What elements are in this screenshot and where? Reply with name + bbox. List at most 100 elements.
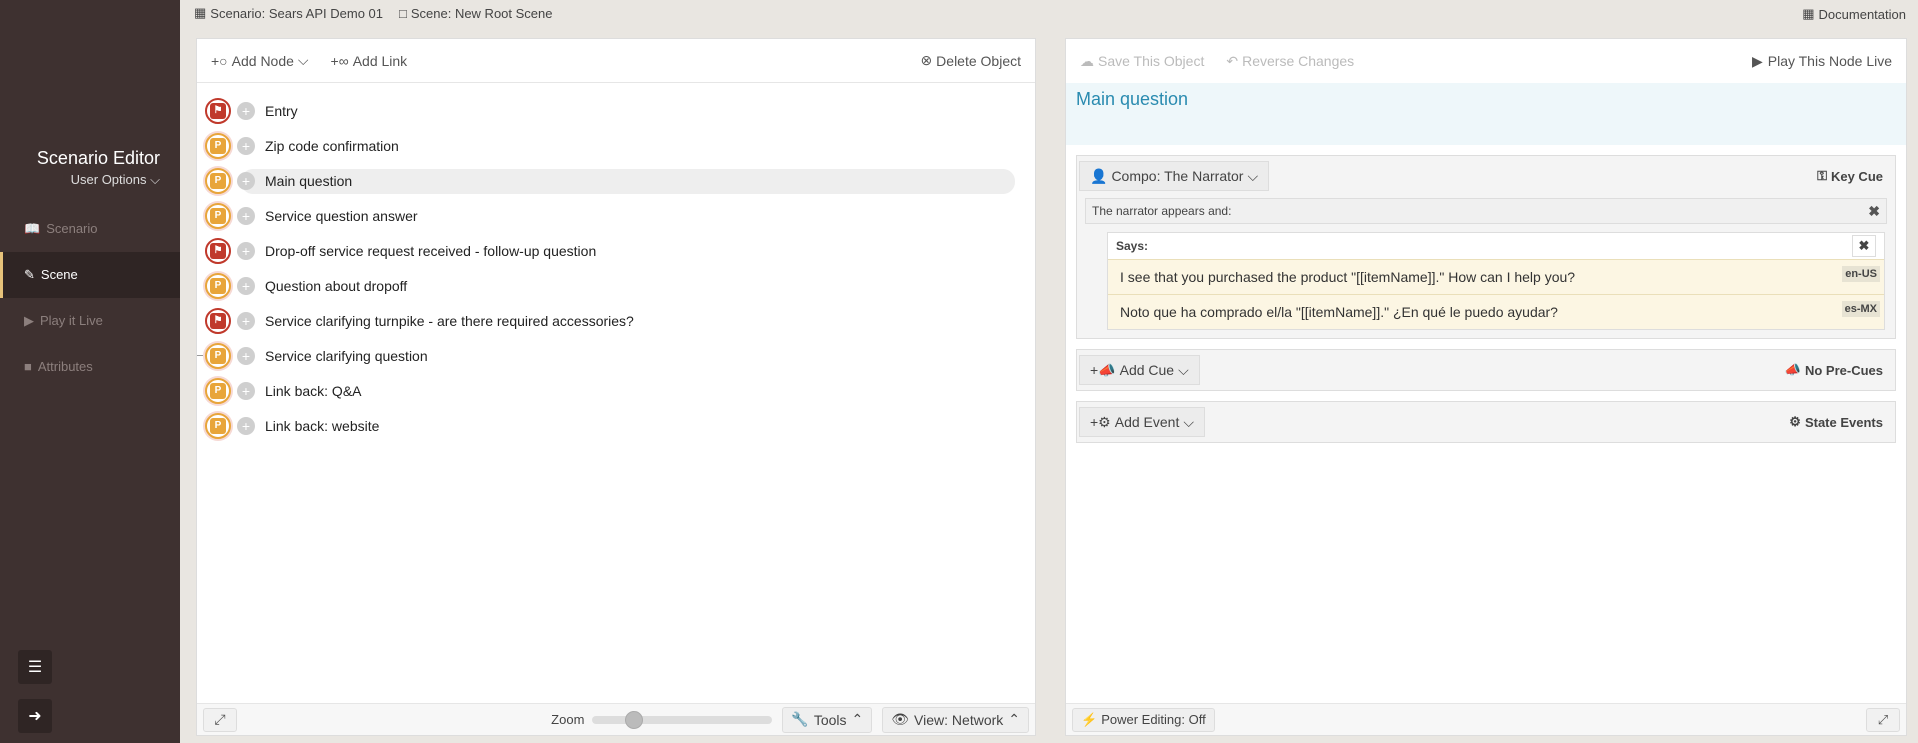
node-item[interactable]: P + Link back: Q&A [197,373,1035,408]
add-child-icon[interactable]: + [237,381,255,400]
undo-icon: ↶ [1226,52,1239,69]
detail-panel: ☁ Save This Object ↶ Reverse Changes ▶ P… [1065,38,1907,736]
sidebar-item-scene[interactable]: ✎ Scene [0,252,180,298]
add-child-icon[interactable]: + [237,206,255,225]
documentation-link[interactable]: ▦ Documentation [1802,6,1906,22]
add-child-icon[interactable]: + [237,311,255,330]
view-network-button[interactable]: 👁 View: Network ⌃ [882,706,1029,733]
node-label: Drop-off service request received - foll… [265,242,597,259]
node-item[interactable]: ⚑ + Drop-off service request received - … [197,233,1035,268]
add-event-label: Add Event [1114,414,1180,430]
play-node-live-button[interactable]: ▶ Play This Node Live [1752,53,1892,70]
node-title[interactable]: Main question [1076,89,1896,110]
sidebar-item-label: Play it Live [40,313,103,328]
plus-circle-icon: +○ [211,52,228,69]
cue-card: +📣 Add Cue ⌵ 📣 No Pre-Cues [1076,349,1896,391]
sidebar-item-attributes[interactable]: ■ Attributes [0,344,180,390]
event-card-header: +⚙ Add Event ⌵ ⚙ State Events [1077,402,1895,442]
node-item-selected[interactable]: P + Main question [197,163,1035,198]
add-event-dropdown[interactable]: +⚙ Add Event ⌵ [1079,407,1205,437]
logout-button[interactable]: ➜ [18,699,52,733]
add-child-icon[interactable]: + [237,346,255,365]
dialogue-text[interactable]: I see that you purchased the product "[[… [1120,269,1575,285]
node-label: Main question [265,172,353,189]
node-item[interactable]: P + Zip code confirmation [197,128,1035,163]
add-link-button[interactable]: +∞ Add Link [331,53,408,69]
zoom-slider-handle[interactable] [624,710,643,729]
compo-card-header: 👤 Compo: The Narrator ⌵ ⚿ Key Cue [1077,156,1895,196]
compo-dropdown[interactable]: 👤 Compo: The Narrator ⌵ [1079,161,1270,191]
user-options-label: User Options [70,172,147,187]
speech-node-icon: P [205,377,231,404]
expand-button[interactable]: ⤢ [203,707,237,732]
add-child-icon[interactable]: + [237,171,255,190]
add-child-icon[interactable]: + [237,276,255,295]
sidebar-item-label: Attributes [37,359,93,374]
node-label: Question about dropoff [265,277,408,294]
chevron-down-icon: ⌵ [1183,413,1194,430]
add-child-icon[interactable]: + [237,101,255,120]
breadcrumb-scene[interactable]: □ Scene: New Root Scene [399,6,553,21]
node-panel: +○ Add Node ⌵ +∞ Add Link ⊗ Delete Objec… [196,38,1036,736]
zoom-slider[interactable] [592,710,773,729]
no-pre-cues-text: No Pre-Cues [1804,362,1883,378]
wrench-icon: 🔧 [791,711,809,727]
pencil-icon: ✎ [24,267,35,282]
speech-node-icon: P [205,202,231,229]
sidebar-item-play-it-live[interactable]: ▶ Play it Live [0,298,180,344]
node-list: ⚑ + Entry P + Zip code confirmation P + … [197,83,1035,443]
tools-button[interactable]: 🔧 Tools ⌃ [782,706,873,733]
gears-icon: ⚙ [1789,414,1801,429]
detail-toolbar: ☁ Save This Object ↶ Reverse Changes ▶ P… [1066,39,1906,83]
add-link-label: Add Link [352,52,408,69]
power-editing-toggle[interactable]: ⚡ Power Editing: Off [1072,707,1215,732]
expand-icon: ⤢ [1877,711,1889,727]
remove-says-button[interactable]: ✖ [1852,235,1876,257]
add-cue-dropdown[interactable]: +📣 Add Cue ⌵ [1079,355,1200,385]
chevron-down-icon: ⌵ [1247,167,1259,184]
add-node-label: Add Node [231,52,294,69]
add-child-icon[interactable]: + [237,416,255,435]
speech-node-icon: P [205,272,231,299]
documentation-label: Documentation [1818,6,1906,22]
reverse-changes-button[interactable]: ↶ Reverse Changes [1226,53,1354,70]
power-editing-label: Power Editing: Off [1101,712,1206,727]
node-item[interactable]: ⚑ + Entry [197,93,1035,128]
add-child-icon[interactable]: + [237,241,255,260]
speech-node-icon: P [205,342,231,369]
dialogue-line-es[interactable]: Noto que ha comprado el/la "[[itemName]]… [1108,294,1884,329]
remove-action-icon[interactable]: ✖ [1868,203,1880,220]
sidebar-item-scenario[interactable]: 📖 Scenario [0,206,180,252]
menu-button[interactable]: ☰ [18,650,52,684]
node-item[interactable]: P + Link back: website [197,408,1035,443]
breadcrumb-scene-label: Scene: New Root Scene [410,5,553,21]
add-child-icon[interactable]: + [237,136,255,155]
node-item[interactable]: P + Question about dropoff [197,268,1035,303]
node-panel-bottombar: ⤢ Zoom 🔧 Tools ⌃ 👁 View: Network ⌃ [197,703,1035,735]
expand-button[interactable]: ⤢ [1866,707,1900,732]
breadcrumb-scenario[interactable]: ▦ Scenario: Sears API Demo 01 [194,5,383,21]
event-card: +⚙ Add Event ⌵ ⚙ State Events [1076,401,1896,443]
save-object-button[interactable]: ☁ Save This Object [1080,53,1204,70]
tools-label: Tools [813,711,847,728]
chevron-up-icon: ⌃ [851,711,864,727]
book-icon: ▦ [1802,6,1815,21]
save-object-label: Save This Object [1098,53,1205,69]
expand-icon: ⤢ [214,711,226,727]
node-item[interactable]: ⚑ + Service clarifying turnpike - are th… [197,303,1035,338]
app-title: Scenario Editor [36,148,160,168]
dialogue-text[interactable]: Noto que ha comprado el/la "[[itemName]]… [1120,304,1558,320]
state-events-text: State Events [1804,414,1883,430]
add-node-button[interactable]: +○ Add Node ⌵ [211,52,309,69]
node-item[interactable]: P + Service clarifying question [197,338,1035,373]
dialogue-line-en[interactable]: I see that you purchased the product "[[… [1108,259,1884,294]
speech-node-icon: P [205,167,231,194]
bolt-icon: ⚡ [1081,711,1098,727]
key-cue-button[interactable]: ⚿ Key Cue [1817,168,1883,184]
delete-object-button[interactable]: ⊗ Delete Object [920,52,1021,69]
play-icon: ▶ [24,313,34,328]
breadcrumb-scenario-label: Scenario: Sears API Demo 01 [210,5,383,21]
user-options-dropdown[interactable]: User Options ⌵ [0,172,160,188]
compo-card: 👤 Compo: The Narrator ⌵ ⚿ Key Cue The na… [1076,155,1896,339]
node-item[interactable]: P + Service question answer [197,198,1035,233]
